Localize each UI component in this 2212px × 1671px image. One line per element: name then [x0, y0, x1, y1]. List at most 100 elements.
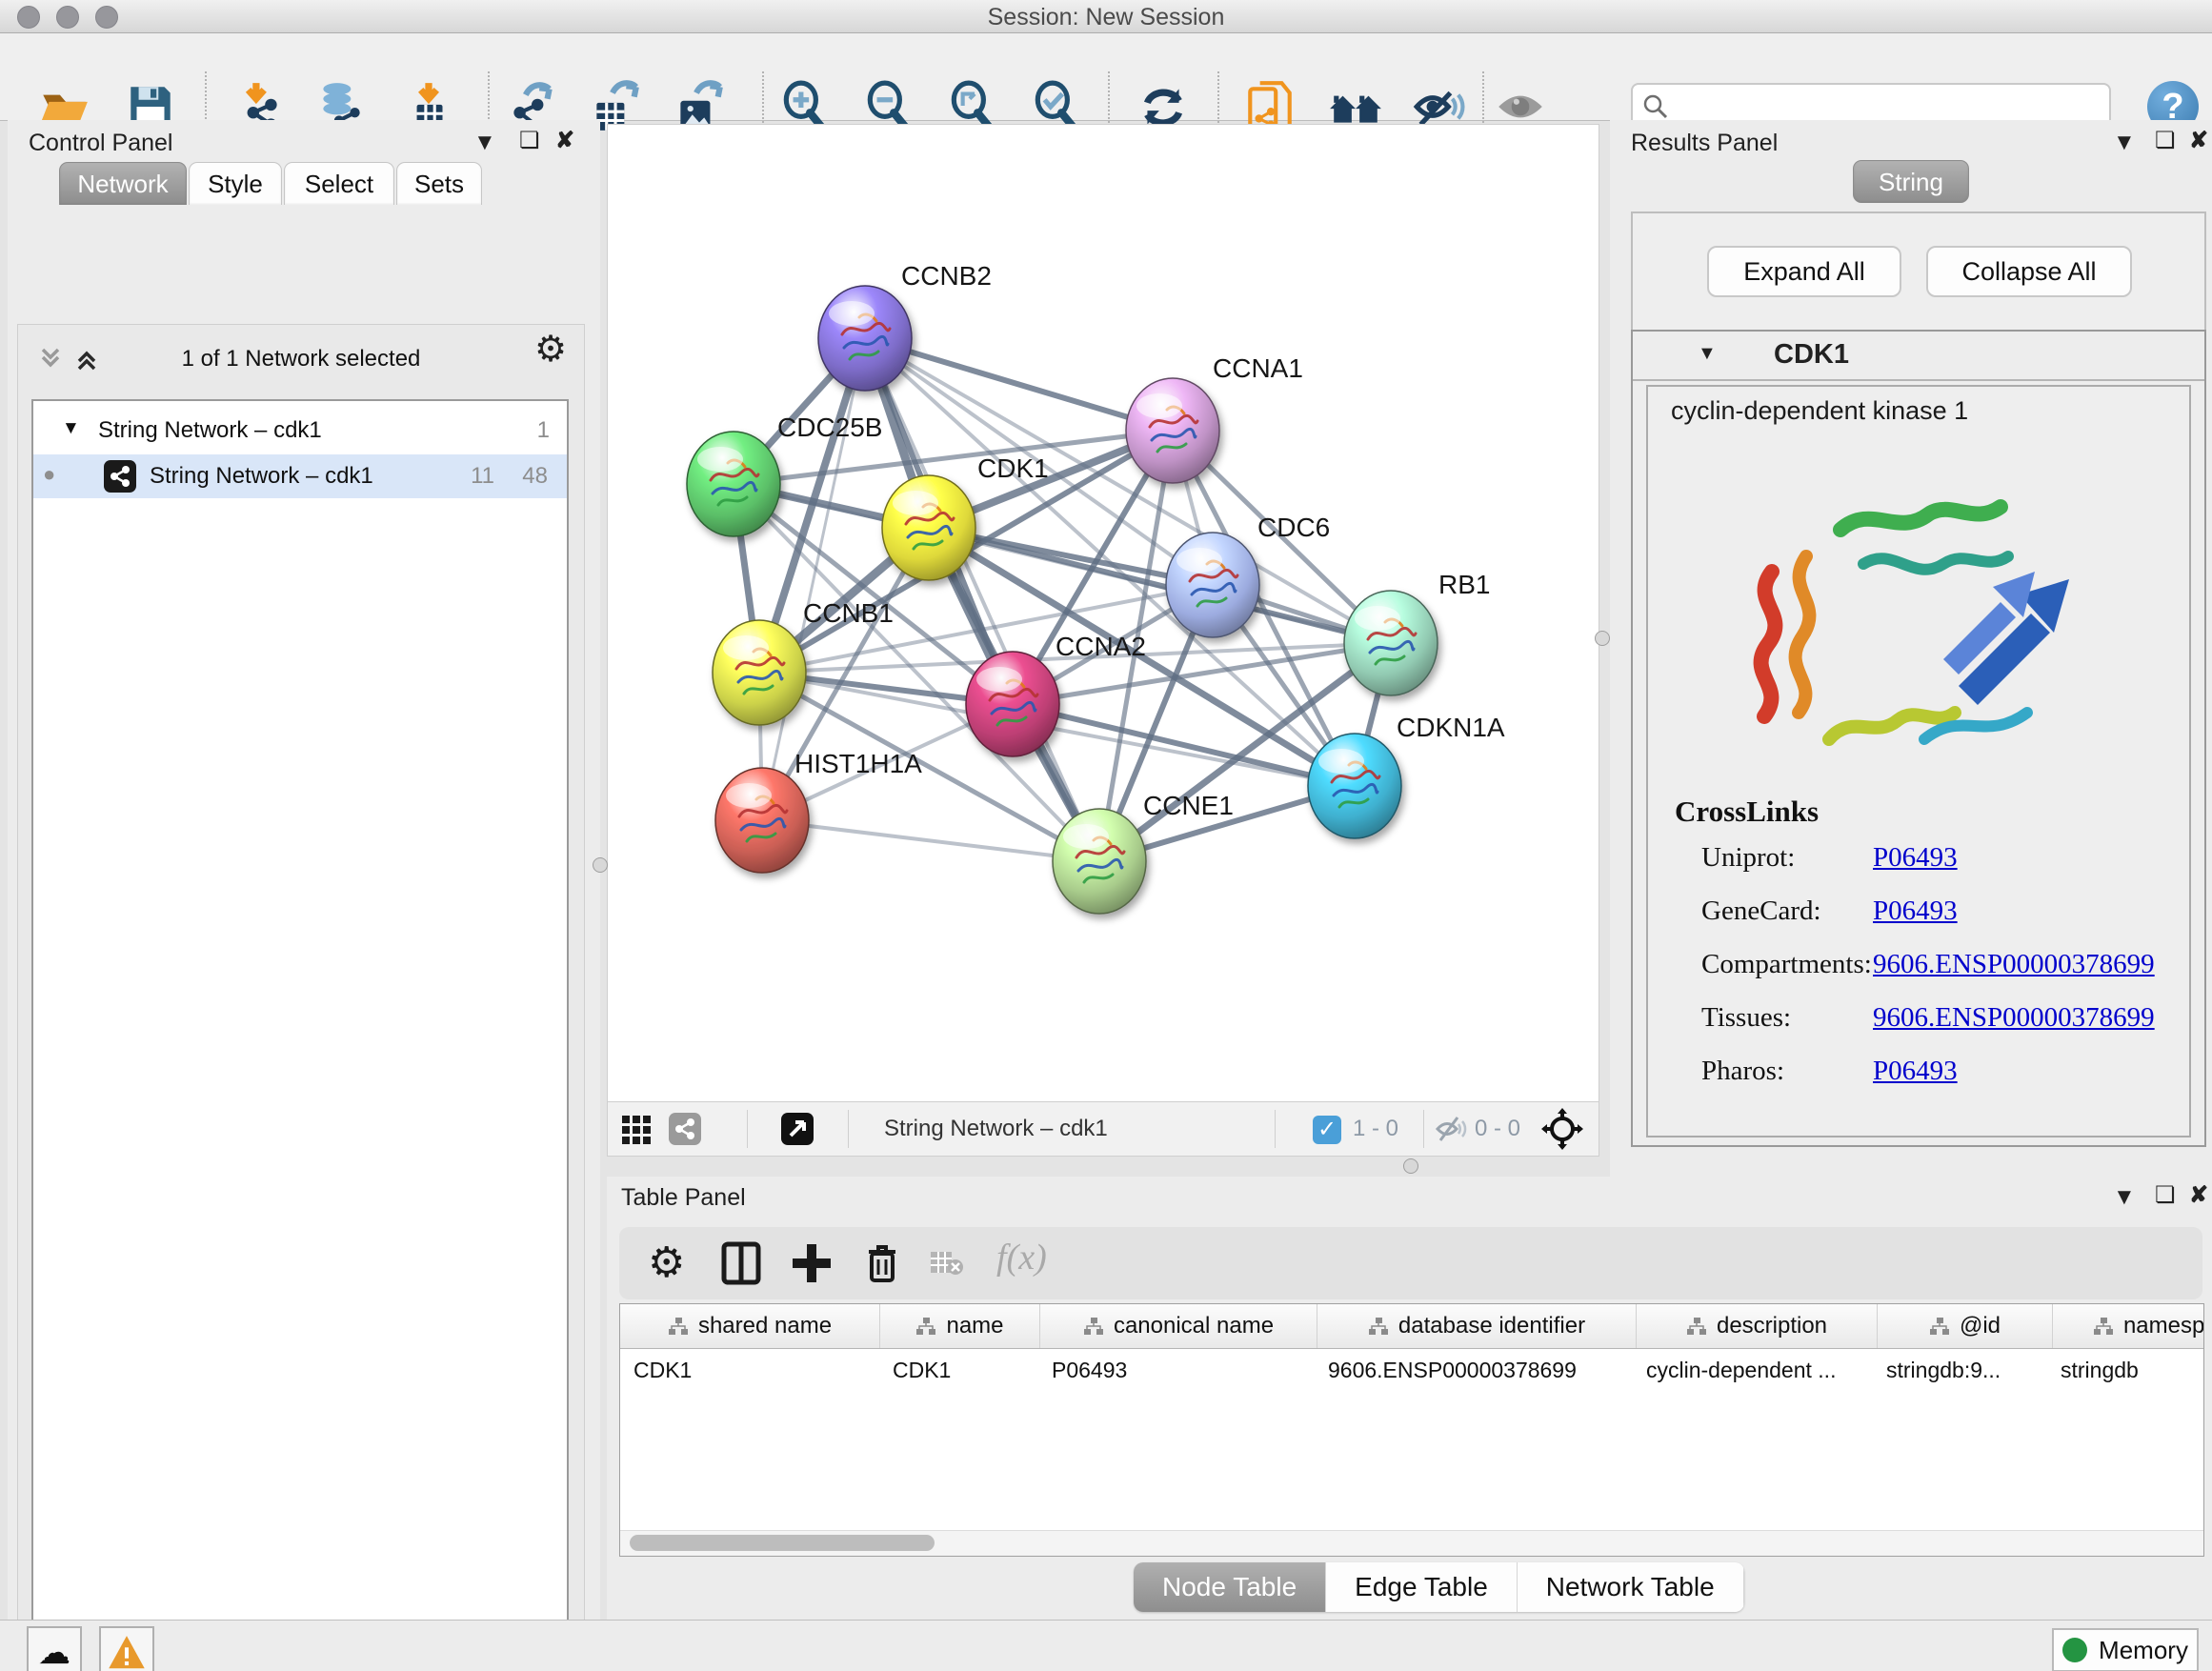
node-CCNB1[interactable]	[713, 620, 806, 725]
close-panel-icon[interactable]: ✘	[555, 130, 574, 152]
node-CCNB2[interactable]	[818, 286, 912, 391]
crosslink-label: Pharos:	[1701, 1056, 1784, 1086]
node-CDC25B[interactable]	[687, 432, 780, 536]
collapse-panel-icon[interactable]: ▼	[2113, 1186, 2136, 1209]
table-cell[interactable]: stringdb	[2047, 1348, 2204, 1392]
network-options-gear-icon[interactable]: ⚙	[534, 338, 567, 361]
collapse-all-button[interactable]: Collapse All	[1926, 246, 2132, 297]
network-row-selected[interactable]: ● String Network – cdk1 11 48	[33, 454, 567, 498]
network-node-count: 11	[471, 463, 494, 490]
selected-count: 1 - 0	[1353, 1116, 1398, 1142]
collapse-panel-icon[interactable]: ▼	[473, 131, 496, 154]
tab-string[interactable]: String	[1853, 160, 1969, 203]
table-row[interactable]: CDK1CDK1P064939606.ENSP00000378699cyclin…	[620, 1348, 2204, 1392]
network-share-view-icon[interactable]	[669, 1113, 701, 1145]
add-column-icon[interactable]	[789, 1240, 835, 1286]
table-cell[interactable]: stringdb:9...	[1873, 1348, 2047, 1392]
column-header-shared-name[interactable]: shared name	[620, 1304, 880, 1348]
node-CDC6[interactable]	[1166, 533, 1259, 637]
close-panel-icon[interactable]: ✘	[2189, 130, 2208, 152]
column-header-name[interactable]: name	[880, 1304, 1040, 1348]
collapse-panel-icon[interactable]: ▼	[2113, 131, 2136, 154]
attribute-type-icon	[1083, 1317, 1104, 1336]
warnings-button[interactable]	[99, 1626, 154, 1671]
network-canvas[interactable]: CCNB2CCNA1CDC25BCDK1CDC6RB1CCNB1CCNA2CDK…	[608, 125, 1599, 1100]
node-label-CCNA1: CCNA1	[1213, 353, 1303, 383]
right-splitter-handle[interactable]	[1595, 631, 1610, 646]
column-header-description[interactable]: description	[1637, 1304, 1878, 1348]
expand-all-button[interactable]: Expand All	[1707, 246, 1901, 297]
table-cell[interactable]: CDK1	[879, 1348, 1038, 1392]
close-panel-icon[interactable]: ✘	[2189, 1184, 2208, 1207]
tab-node-table[interactable]: Node Table	[1134, 1562, 1326, 1612]
column-header-canonical-name[interactable]: canonical name	[1040, 1304, 1317, 1348]
node-CDK1[interactable]	[882, 475, 975, 580]
pan-crosshair-icon[interactable]	[1541, 1108, 1583, 1150]
collection-count: 1	[537, 417, 550, 444]
network-label: String Network – cdk1	[150, 463, 373, 490]
delete-table-icon	[930, 1248, 964, 1278]
tab-edge-table[interactable]: Edge Table	[1326, 1562, 1518, 1612]
bottom-splitter-handle[interactable]	[1403, 1158, 1418, 1174]
table-cell[interactable]: cyclin-dependent ...	[1633, 1348, 1873, 1392]
selected-checkbox-icon[interactable]: ✓	[1313, 1116, 1341, 1144]
node-CCNA1[interactable]	[1126, 378, 1219, 483]
crosslink-link[interactable]: P06493	[1873, 896, 1958, 927]
collection-label: String Network – cdk1	[98, 417, 322, 444]
table-cell[interactable]: CDK1	[620, 1348, 879, 1392]
search-input[interactable]	[1677, 87, 2100, 125]
birds-eye-view-icon[interactable]	[781, 1113, 814, 1145]
gene-card-cdk1: ▼ CDK1 cyclin-dependent kinase 1	[1631, 330, 2206, 1147]
search-icon	[1642, 93, 1669, 120]
column-header--id[interactable]: @id	[1878, 1304, 2053, 1348]
float-panel-icon[interactable]: ❏	[2155, 130, 2176, 152]
function-builder-icon: f(x)	[996, 1237, 1042, 1282]
crosslink-row: GeneCard:P06493	[1701, 896, 2178, 927]
node-CCNE1[interactable]	[1053, 809, 1146, 914]
current-network-dot-icon: ●	[43, 462, 55, 487]
title-bar: Session: New Session	[0, 0, 2212, 33]
crosslink-link[interactable]: P06493	[1873, 1056, 1958, 1087]
node-CDKN1A[interactable]	[1308, 734, 1401, 838]
float-panel-icon[interactable]: ❏	[2155, 1184, 2176, 1207]
crosslink-link[interactable]: P06493	[1873, 842, 1958, 874]
table-horizontal-scrollbar[interactable]	[620, 1530, 2203, 1556]
table-panel: Table Panel ▼ ❏ ✘ ⚙ f(x) shared namename…	[607, 1177, 2212, 1620]
node-label-CDKN1A: CDKN1A	[1397, 713, 1505, 742]
collection-expander-icon[interactable]: ▼	[62, 418, 80, 439]
float-panel-icon[interactable]: ❏	[519, 130, 540, 152]
table-options-gear-icon[interactable]: ⚙	[648, 1240, 694, 1286]
show-columns-icon[interactable]	[718, 1240, 764, 1286]
gene-card-header[interactable]: ▼ CDK1	[1633, 332, 2204, 381]
memory-status-dot-icon	[2062, 1638, 2087, 1662]
gene-expander-icon[interactable]: ▼	[1698, 343, 1717, 365]
grid-view-icon[interactable]	[621, 1115, 652, 1145]
tab-style[interactable]: Style	[189, 162, 282, 205]
memory-button[interactable]: Memory	[2052, 1628, 2199, 1671]
column-header-namespace[interactable]: namespace	[2053, 1304, 2204, 1348]
tab-network[interactable]: Network	[59, 162, 187, 205]
delete-column-trash-icon[interactable]	[859, 1240, 905, 1286]
node-RB1[interactable]	[1344, 591, 1438, 695]
crosslink-link[interactable]: 9606.ENSP00000378699	[1873, 1002, 2155, 1034]
tab-sets[interactable]: Sets	[396, 162, 482, 205]
tab-network-table[interactable]: Network Table	[1518, 1562, 1744, 1612]
node-HIST1H1A[interactable]	[715, 768, 809, 873]
node-label-CDK1: CDK1	[977, 453, 1049, 483]
column-header-database-identifier[interactable]: database identifier	[1317, 1304, 1637, 1348]
edge-CCNB2-CCNE1[interactable]	[865, 338, 1099, 861]
table-cell[interactable]: 9606.ENSP00000378699	[1315, 1348, 1633, 1392]
crosslink-link[interactable]: 9606.ENSP00000378699	[1873, 949, 2155, 980]
network-collection-row[interactable]: ▼ String Network – cdk1 1	[33, 409, 567, 453]
table-header-row: shared namenamecanonical namedatabase id…	[620, 1304, 2204, 1349]
footer-separator	[1275, 1110, 1276, 1148]
edge-HIST1H1A-CCNE1[interactable]	[762, 820, 1099, 861]
tab-select[interactable]: Select	[284, 162, 394, 205]
scrollbar-thumb[interactable]	[630, 1535, 935, 1551]
cloud-status-button[interactable]: ☁	[27, 1626, 82, 1671]
attribute-type-icon	[2093, 1317, 2114, 1336]
edge-CCNB2-CCNA1[interactable]	[865, 338, 1173, 431]
table-cell[interactable]: P06493	[1038, 1348, 1315, 1392]
left-splitter-handle[interactable]	[593, 857, 608, 873]
node-CCNA2[interactable]	[966, 652, 1059, 756]
